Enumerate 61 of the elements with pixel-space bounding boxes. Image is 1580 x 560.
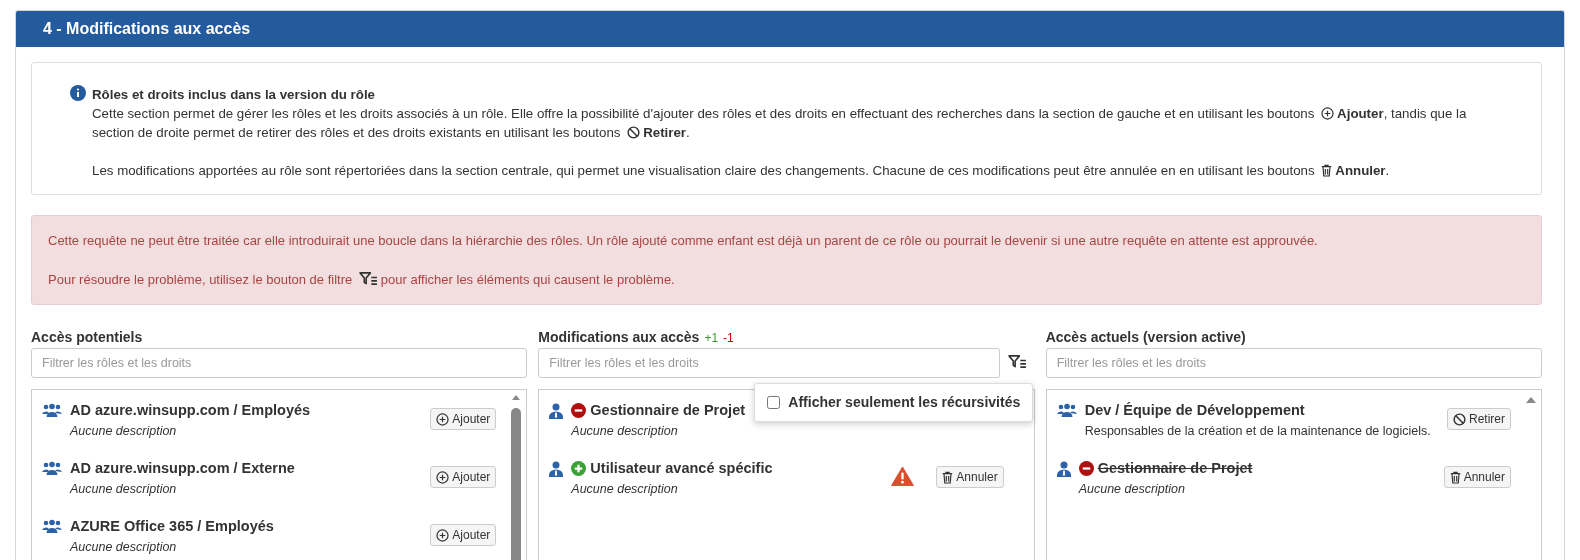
ban-icon bbox=[1453, 412, 1466, 426]
action-button[interactable]: Ajouter bbox=[430, 408, 497, 430]
filter-icon bbox=[1007, 354, 1027, 370]
info-text: Retirer. bbox=[643, 125, 690, 140]
item-name: AZURE Office 365 / Employés bbox=[70, 517, 274, 536]
trash-icon bbox=[1449, 470, 1461, 484]
item-name: Gestionnaire de Projet bbox=[1097, 459, 1253, 478]
item-name: AD azure.winsupp.com / Employés bbox=[70, 401, 311, 420]
item-name: Gestionnaire de Projet bbox=[590, 401, 746, 420]
column-title: Accès potentiels bbox=[31, 329, 143, 345]
alert-text: Cette requête ne peut être traitée car elle introduirait une boucle dans la hiérarchie des rôles. Un rôle ajouté comme enfant est déjà un parent de ce rôle ou pourrait le devenir si une autre requête en attente est approuvée. bbox=[48, 233, 1318, 248]
info-text: Cette section permet de gérer les rôles et les droits associés à un rôle. Elle offre la possibilité d'ajouter des rôles et des droits en effectuant des recherches dans la section de gauche et en utilisant les boutons bbox=[92, 106, 1315, 121]
person-icon bbox=[1056, 461, 1071, 477]
checkbox-label: Afficher seulement les récursivités bbox=[788, 393, 1021, 412]
info-text: Annuler. bbox=[1335, 163, 1390, 178]
trash-icon bbox=[1321, 164, 1333, 177]
info-text: Ajouter, tandis que la bbox=[1337, 106, 1467, 121]
column-title: Modifications aux accès bbox=[538, 329, 700, 345]
person-icon bbox=[549, 461, 564, 477]
group-icon bbox=[42, 403, 62, 418]
group-icon bbox=[42, 519, 62, 534]
filter-field[interactable]: Filtrer les rôles et les droits bbox=[538, 348, 1000, 378]
item-description: Aucune description bbox=[70, 422, 178, 440]
action-button[interactable]: Annuler bbox=[1443, 466, 1511, 488]
item-description: Aucune description bbox=[571, 480, 679, 498]
info-title: Rôles et droits inclus dans la version du rôle bbox=[92, 86, 376, 104]
action-button[interactable]: Ajouter bbox=[430, 524, 497, 546]
alert-text: pour afficher les éléments qui causent le problème. bbox=[380, 272, 675, 287]
filter-field[interactable]: Filtrer les rôles et les droits bbox=[1045, 348, 1542, 378]
info-text: section de droite permet de retirer des rôles et des droits existants en utilisant les boutons bbox=[92, 125, 621, 140]
group-icon bbox=[42, 461, 62, 476]
plus-circle-icon bbox=[436, 470, 450, 484]
group-icon bbox=[1056, 403, 1077, 418]
item-name: Utilisateur avancé spécific bbox=[590, 459, 773, 478]
plus-circle-icon bbox=[1321, 107, 1335, 120]
change-count: +1 bbox=[704, 331, 719, 345]
item-description: Aucune description bbox=[1078, 480, 1186, 498]
item-name: Dev / Équipe de Développement bbox=[1084, 401, 1305, 420]
change-count: -1 bbox=[723, 331, 734, 345]
scroll-up-arrow bbox=[1525, 396, 1537, 404]
action-button[interactable]: Ajouter bbox=[430, 466, 497, 488]
filter-icon bbox=[358, 271, 378, 286]
action-button[interactable]: Retirer bbox=[1447, 408, 1511, 430]
alert-text: Pour résoudre le problème, utilisez le bouton de filtre bbox=[48, 272, 353, 287]
filter-field[interactable]: Filtrer les rôles et les droits bbox=[31, 348, 528, 378]
info-icon bbox=[70, 85, 86, 101]
action-button[interactable]: Annuler bbox=[936, 466, 1004, 488]
section-header: 4 - Modifications aux accès bbox=[16, 11, 1564, 47]
trash-icon bbox=[942, 470, 954, 484]
column-title: Accès actuels (version active) bbox=[1045, 329, 1246, 345]
person-icon bbox=[549, 403, 564, 419]
info-text: Les modifications apportées au rôle sont répertoriées dans la section centrale, qui permet une visualisation claire des changements. Chacune de ces modifications peut être annulée en en utilisant les boutons bbox=[92, 163, 1315, 178]
ban-icon bbox=[627, 126, 641, 139]
checkbox[interactable] bbox=[767, 396, 781, 409]
plus-circle-icon bbox=[436, 528, 450, 542]
plus-circle-icon bbox=[436, 412, 450, 426]
item-description: Aucune description bbox=[70, 538, 178, 556]
item-description: Aucune description bbox=[571, 422, 679, 440]
item-description: Aucune description bbox=[70, 480, 178, 498]
item-description: Responsables de la création et de la maintenance de logiciels. bbox=[1084, 422, 1432, 440]
item-name: AD azure.winsupp.com / Externe bbox=[70, 459, 295, 478]
